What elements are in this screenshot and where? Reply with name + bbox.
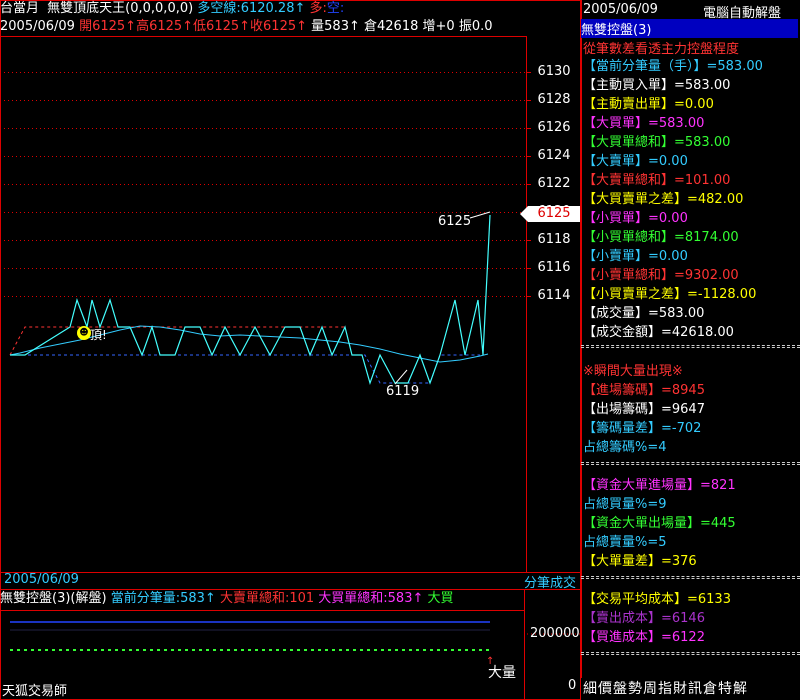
panel-row: 【籌碼量差】=-702: [583, 421, 702, 436]
panel-row: 【大買單總和】=583.00: [583, 135, 731, 150]
panel-row: 【大賣單總和】=101.00: [583, 173, 731, 188]
low-leader: [394, 369, 408, 385]
panel-row: 【主動買入單】=583.00: [583, 78, 731, 93]
sub-current-vol: 當前分筆量:583↑: [110, 591, 216, 606]
high-annotation: 6125: [438, 214, 472, 229]
oi-value: 倉42618: [364, 19, 419, 34]
price-tick: 6116: [537, 260, 571, 275]
sub-big-buy: 大買: [427, 591, 454, 606]
quote-date: 2005/06/09: [0, 19, 75, 34]
burst-title: ※瞬間大量出現※: [583, 364, 683, 379]
price-tick: 6128: [537, 92, 571, 107]
current-price-arrow: [520, 206, 528, 222]
panel-row: 【主動賣出單】=0.00: [583, 97, 714, 112]
panel-row: 【小賣單總和】=9302.00: [583, 268, 739, 283]
top-marker-icon: ☻: [77, 326, 91, 340]
panel-row: 【小賣單】=0.00: [583, 249, 688, 264]
panel-row: 【資金大單出場量】=445: [583, 516, 736, 531]
low-annotation: 6119: [386, 384, 420, 399]
sub-indicator-bar: 無雙控盤(3)(解盤) 當前分筆量:583↑ 大賣單總和:101 大買單總和:5…: [0, 590, 525, 610]
current-price-label: 6125: [528, 206, 580, 222]
gridlines: [0, 72, 531, 297]
volume-value: 量583↑: [311, 19, 360, 34]
sub-big-sell-total: 大賣單總和:101: [219, 591, 315, 606]
panel-row: 【成交量】=583.00: [583, 306, 705, 321]
price-tick: 6124: [537, 148, 571, 163]
bottom-menu[interactable]: 細價盤勢周指財訊倉特解: [581, 678, 800, 700]
panel-row: 【小買賣單之差】=-1128.00: [583, 287, 757, 302]
panel-row: 【大單量差】=376: [583, 554, 697, 569]
close-value: 收6125↑: [250, 19, 308, 34]
chart-title-bar: 台當月 無雙頂底天王(0,0,0,0,0) 多空線:6120.28↑ 多:空:: [0, 0, 580, 20]
price-series: [9, 211, 491, 385]
panel-row: 【大賣單】=0.00: [583, 154, 688, 169]
price-tick: 6126: [537, 120, 571, 135]
big-volume-arrow-icon: ↑: [486, 656, 495, 667]
price-tick: 6118: [537, 232, 571, 247]
separator: [581, 652, 800, 655]
top-marker-label: 頂!: [90, 328, 107, 342]
panel-row: 占總賣量%=5: [583, 535, 667, 550]
ma-label: 多空線:6120.28↑: [197, 1, 306, 16]
indicator-label[interactable]: 無雙頂底天王(0,0,0,0,0): [47, 1, 193, 16]
panel-row: 占總買量%=9: [583, 497, 667, 512]
panel-row: 【資金大單進場量】=821: [583, 478, 736, 493]
high-value: 高6125↑: [136, 19, 194, 34]
separator: [581, 462, 800, 465]
symbol-label[interactable]: 台當月: [0, 1, 39, 16]
low-value: 低6125↑: [193, 19, 251, 34]
panel-row: 【交易平均成本】=6133: [583, 592, 731, 607]
panel-row: 【賣出成本】=6146: [583, 611, 705, 626]
amplitude-value: 振0.0: [458, 19, 493, 34]
open-value: 開6125↑: [79, 19, 137, 34]
panel-section-title[interactable]: 無雙控盤(3): [581, 19, 798, 38]
panel-row: 【買進成本】=6122: [583, 630, 705, 645]
panel-row: 占總籌碼%=4: [583, 440, 667, 455]
analysis-panel: 2005/06/09 電腦自動解盤 無雙控盤(3) 從筆數差看透主力控盤程度 【…: [581, 0, 800, 700]
price-tick: 6114: [537, 288, 571, 303]
app-name: 天狐交易師: [2, 684, 68, 699]
panel-row: 【當前分筆量（手）】=583.00: [583, 59, 763, 74]
price-tick: 6122: [537, 176, 571, 191]
panel-row: 【出場籌碼】=9647: [583, 402, 705, 417]
panel-row: 【大買單】=583.00: [583, 116, 705, 131]
separator: [581, 576, 800, 579]
bottom-menu-text[interactable]: 細價盤勢周指財訊倉特解: [581, 681, 748, 697]
panel-date: 2005/06/09: [583, 2, 658, 17]
sub-big-buy-total: 大買單總和:583↑: [318, 591, 424, 606]
sub-date: 2005/06/09: [4, 572, 79, 587]
separator: [581, 345, 800, 348]
sub-indicator-name[interactable]: 無雙控盤(3)(解盤): [0, 591, 107, 606]
long-label: 多:: [309, 1, 327, 16]
long-line: [9, 326, 345, 356]
panel-row: 【小買單】=0.00: [583, 211, 688, 226]
sub-axis-tick-0: 0: [568, 678, 577, 693]
panel-row: 【小買單總和】=8174.00: [583, 230, 739, 245]
increase-value: 增+0: [422, 19, 455, 34]
sub-axis-title: 分筆成交: [524, 576, 577, 591]
price-axis: 613061286126612461226120611861166114: [526, 36, 580, 570]
panel-row: 【大買賣單之差】=482.00: [583, 192, 744, 207]
sub-axis-tick-200000: 200000: [530, 626, 580, 641]
short-label: 空:: [326, 1, 345, 16]
panel-row: 【進場籌碼】=8945: [583, 383, 705, 398]
panel-row: 【成交金額】=42618.00: [583, 325, 734, 340]
price-tick: 6130: [537, 64, 571, 79]
quote-bar: 2005/06/09 開6125↑高6125↑低6125↑收6125↑ 量583…: [0, 18, 525, 36]
